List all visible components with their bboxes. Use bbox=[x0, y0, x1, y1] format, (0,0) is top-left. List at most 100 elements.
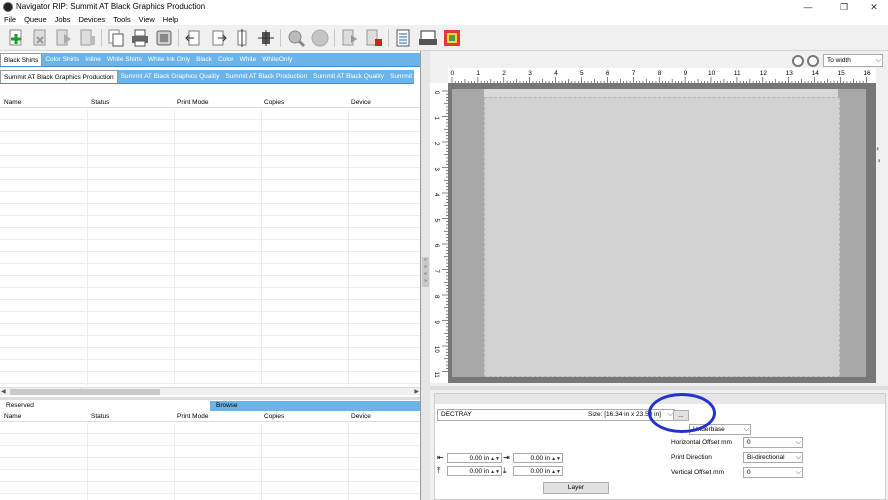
grid-line bbox=[0, 179, 420, 180]
tab-white[interactable]: White bbox=[237, 53, 260, 66]
tab-summit-s[interactable]: Summit S bbox=[387, 70, 414, 83]
grid-line bbox=[0, 131, 420, 132]
tools-icon[interactable] bbox=[286, 28, 306, 48]
stop-icon[interactable] bbox=[310, 28, 330, 48]
tab-graphics-quality[interactable]: Summit AT Black Graphics Quality bbox=[118, 70, 223, 83]
col-name[interactable]: Name bbox=[4, 99, 21, 106]
grid-line bbox=[0, 481, 420, 482]
send-icon[interactable] bbox=[340, 28, 360, 48]
print-direction-label: Print Direction bbox=[671, 454, 712, 461]
vertical-offset-value: 0 bbox=[747, 469, 751, 476]
right-offset-input[interactable]: 0.00 in ▲▼ bbox=[513, 453, 563, 463]
queue-job-list[interactable] bbox=[0, 109, 420, 385]
left-offset-input[interactable]: 0.00 in ▲▼ bbox=[447, 453, 502, 463]
tab-black-shirts[interactable]: Black Shirts bbox=[0, 53, 43, 66]
menu-view[interactable]: View bbox=[135, 14, 159, 25]
center-icon[interactable] bbox=[256, 28, 276, 48]
col-print-mode[interactable]: Print Mode bbox=[177, 99, 208, 106]
vertical-offset-select[interactable]: 0 ⌵ bbox=[743, 467, 803, 478]
copy-job-icon[interactable] bbox=[106, 28, 126, 48]
color-tools-icon[interactable] bbox=[442, 28, 462, 48]
move-left-icon[interactable] bbox=[184, 28, 204, 48]
media-select[interactable]: DECTRAY Size: [16.34 in x 23.50 in] ⌵ bbox=[437, 409, 675, 421]
horizontal-splitter[interactable] bbox=[0, 397, 420, 400]
print-job-icon[interactable] bbox=[54, 28, 74, 48]
tab-white-ink-only[interactable]: White Ink Only bbox=[145, 53, 193, 66]
top-offset-input[interactable]: 0.00 in ▲▼ bbox=[447, 466, 502, 476]
col-copies[interactable]: Copies bbox=[264, 413, 284, 420]
menu-tools[interactable]: Tools bbox=[109, 14, 135, 25]
tab-black-production[interactable]: Summit AT Black Production bbox=[222, 70, 310, 83]
spinner-icon[interactable]: ▲▼ bbox=[551, 454, 561, 462]
col-copies[interactable]: Copies bbox=[264, 99, 284, 106]
scroll-right-icon[interactable]: ▶ bbox=[414, 388, 419, 395]
tab-color-shirts[interactable]: Color Shirts bbox=[42, 53, 82, 66]
queue-printer-icon[interactable] bbox=[418, 28, 438, 48]
col-status[interactable]: Status bbox=[91, 99, 109, 106]
zoom-value: To width bbox=[827, 57, 851, 64]
col-device[interactable]: Device bbox=[351, 413, 371, 420]
queue-horizontal-scrollbar[interactable]: ◀ ▶ bbox=[0, 387, 420, 395]
delete-job-icon[interactable] bbox=[30, 28, 50, 48]
tab-reserved[interactable]: Reserved bbox=[0, 401, 210, 411]
scroll-left-icon[interactable]: ◀ bbox=[1, 388, 6, 395]
horizontal-offset-select[interactable]: 0 ⌵ bbox=[743, 437, 803, 448]
close-button[interactable]: ✕ bbox=[860, 0, 888, 14]
media-name: DECTRAY bbox=[441, 411, 472, 418]
bottom-offset-input[interactable]: 0.00 in ▲▼ bbox=[513, 466, 563, 476]
hold-job-icon[interactable] bbox=[78, 28, 98, 48]
menu-jobs[interactable]: Jobs bbox=[51, 14, 75, 25]
tab-white-shirts[interactable]: White Shirts bbox=[104, 53, 145, 66]
ruler-label: 6 bbox=[433, 244, 439, 248]
settings-splitter[interactable] bbox=[430, 386, 888, 390]
ruler-label: 6 bbox=[606, 70, 610, 77]
col-status[interactable]: Status bbox=[91, 413, 109, 420]
ruler-label: 10 bbox=[433, 346, 439, 353]
reserved-job-list[interactable] bbox=[0, 423, 420, 500]
tab-graphics-production[interactable]: Summit AT Black Graphics Production bbox=[0, 70, 118, 83]
menu-file[interactable]: File bbox=[0, 14, 20, 25]
tab-inline[interactable]: Inline bbox=[82, 53, 104, 66]
tab-black[interactable]: Black bbox=[193, 53, 215, 66]
cancel-print-icon[interactable] bbox=[364, 28, 384, 48]
tab-whiteonly[interactable]: WhiteOnly bbox=[259, 53, 295, 66]
print-preview-canvas[interactable] bbox=[448, 83, 876, 383]
scroll-thumb[interactable] bbox=[10, 389, 160, 395]
menu-queue[interactable]: Queue bbox=[20, 14, 51, 25]
ruler-label: 16 bbox=[863, 70, 871, 77]
menu-help[interactable]: Help bbox=[159, 14, 182, 25]
vertical-splitter[interactable]: «» «» bbox=[421, 51, 430, 500]
device-icon[interactable] bbox=[154, 28, 174, 48]
spinner-icon[interactable]: ▲▼ bbox=[490, 454, 500, 462]
move-right-icon[interactable] bbox=[208, 28, 228, 48]
menu-devices[interactable]: Devices bbox=[74, 14, 109, 25]
ruler-label: 4 bbox=[554, 70, 558, 77]
minimize-button[interactable]: — bbox=[794, 0, 822, 14]
zoom-out-icon[interactable] bbox=[807, 55, 819, 67]
zoom-select[interactable]: To width ⌵ bbox=[823, 54, 883, 67]
grid-line bbox=[0, 191, 420, 192]
col-device[interactable]: Device bbox=[351, 99, 371, 106]
spinner-icon[interactable]: ▲▼ bbox=[551, 467, 561, 475]
col-print-mode[interactable]: Print Mode bbox=[177, 413, 208, 420]
maximize-button[interactable]: ❐ bbox=[830, 0, 858, 14]
grid-line bbox=[0, 215, 420, 216]
grid-line bbox=[0, 167, 420, 168]
job-list-icon[interactable] bbox=[394, 28, 414, 48]
col-name[interactable]: Name bbox=[4, 413, 21, 420]
rotate-icon[interactable]: ◐ ◑ bbox=[876, 143, 886, 167]
tab-browse[interactable]: Browse bbox=[210, 401, 420, 411]
fit-height-icon[interactable] bbox=[232, 28, 252, 48]
collapse-panel-icon[interactable]: «» «» bbox=[422, 257, 429, 287]
tab-color[interactable]: Color bbox=[215, 53, 237, 66]
tab-black-quality[interactable]: Summit AT Black Quality bbox=[310, 70, 387, 83]
grid-line bbox=[0, 445, 420, 446]
layer-button[interactable]: Layer bbox=[543, 482, 609, 494]
zoom-in-icon[interactable] bbox=[792, 55, 804, 67]
printer-tab-row: Summit AT Black Graphics Production Summi… bbox=[0, 70, 414, 84]
printer-icon[interactable] bbox=[130, 28, 150, 48]
grid-line bbox=[0, 469, 420, 470]
print-direction-select[interactable]: Bi-directional ⌵ bbox=[743, 452, 803, 463]
spinner-icon[interactable]: ▲▼ bbox=[490, 467, 500, 475]
add-job-icon[interactable] bbox=[6, 28, 26, 48]
